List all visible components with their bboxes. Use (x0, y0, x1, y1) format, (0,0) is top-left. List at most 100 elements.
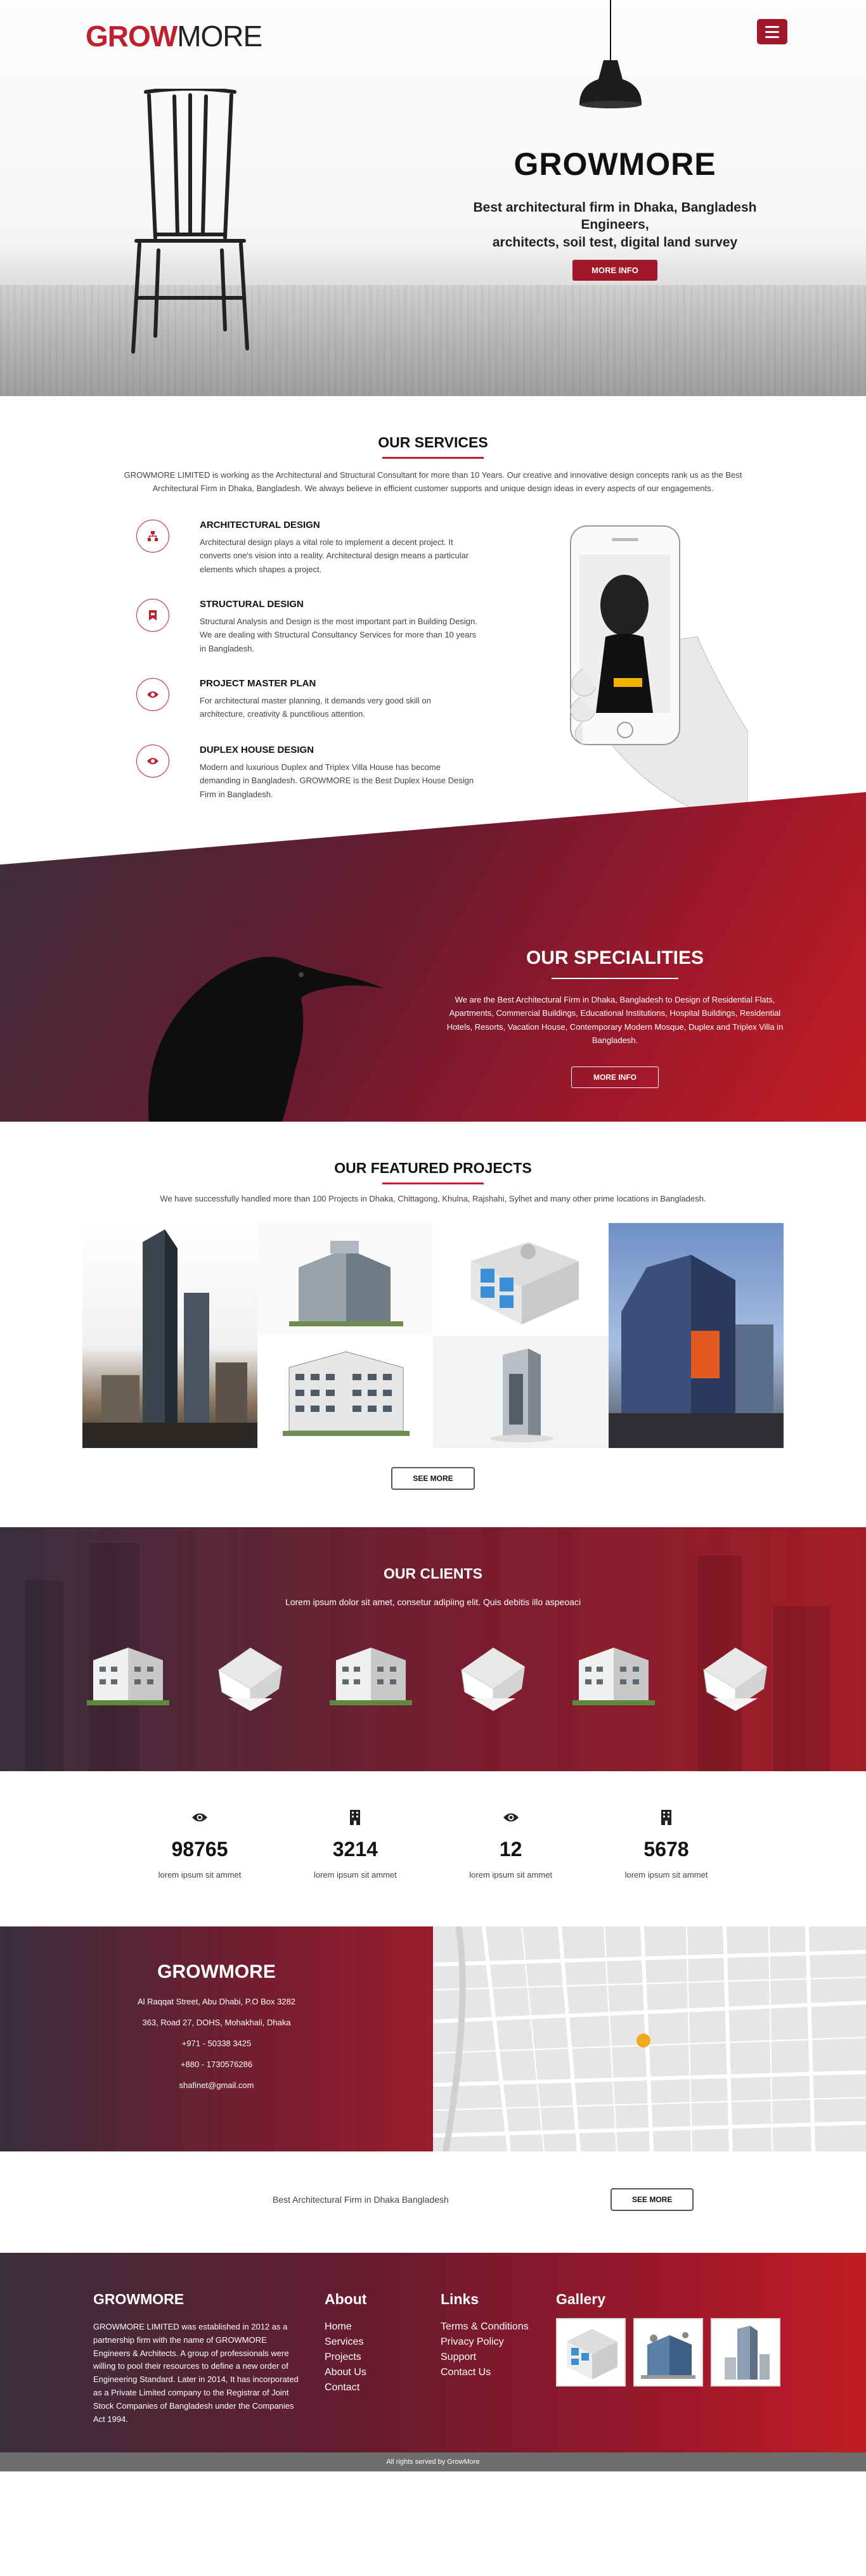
footer-about-links-column: About Home Services Projects About Us Co… (325, 2291, 366, 2395)
footer-link-support[interactable]: Support (441, 2350, 529, 2365)
stat-label: lorem ipsum sit ammet (624, 1870, 708, 1880)
service-title: DUPLEX HOUSE DESIGN (200, 745, 314, 755)
service-item[interactable]: PROJECT MASTER PLAN For architectural mas… (136, 678, 479, 721)
hero-section: GROWMORE GROWMORE Best architectural fir… (0, 0, 866, 396)
project-image[interactable] (82, 1223, 257, 1448)
client-logo-building[interactable] (81, 1632, 176, 1714)
contact-phone-2[interactable]: +880 - 1730576286 (0, 2060, 433, 2069)
footer-links-heading: Links (441, 2291, 479, 2307)
footer-gallery (556, 2318, 780, 2387)
service-item[interactable]: STRUCTURAL DESIGN Structural Analysis and… (136, 599, 479, 655)
service-item[interactable]: ARCHITECTURAL DESIGN Architectural design… (136, 520, 479, 576)
service-item[interactable]: DUPLEX HOUSE DESIGN Modern and luxurious … (136, 745, 479, 801)
specialities-heading: OUR SPECIALITIES (437, 947, 792, 979)
featured-projects-section: OUR FEATURED PROJECTS We have successful… (0, 1122, 866, 1527)
pendant-lamp-image (579, 60, 642, 108)
stats-section: 98765 lorem ipsum sit ammet 3214 lorem i… (0, 1771, 866, 1926)
footer-link-projects[interactable]: Projects (325, 2350, 366, 2365)
gallery-thumbnail[interactable] (633, 2318, 703, 2387)
client-logo-house[interactable] (446, 1632, 541, 1714)
footer-link-contact-us[interactable]: Contact Us (441, 2365, 529, 2380)
stat-label: lorem ipsum sit ammet (313, 1870, 397, 1880)
building-icon (661, 1810, 671, 1825)
footer-about-column: GROWMORE GROWMORE LIMITED was establishe… (93, 2291, 306, 2426)
service-description: For architectural master planning, it de… (200, 696, 431, 719)
service-description: Structural Analysis and Design is the mo… (200, 617, 477, 653)
client-logo-house[interactable] (688, 1632, 783, 1714)
footer-link-services[interactable]: Services (325, 2335, 366, 2350)
client-logo-house[interactable] (203, 1632, 298, 1714)
clients-heading: OUR CLIENTS (384, 1565, 482, 1582)
stat-item: 98765 lorem ipsum sit ammet (136, 1771, 263, 1926)
service-title: PROJECT MASTER PLAN (200, 678, 316, 689)
services-header: OUR SERVICES GROWMORE LIMITED is working… (0, 434, 866, 496)
footer-link-home[interactable]: Home (325, 2319, 366, 2335)
hero-subtitle: Best architectural firm in Dhaka, Bangla… (444, 199, 786, 251)
sitemap-icon (136, 520, 169, 553)
client-logo-building[interactable] (566, 1632, 661, 1714)
contact-address-2: 363, Road 27, DOHS, Mohakhali, Dhaka (142, 2018, 291, 2027)
footer-link-about-us[interactable]: About Us (325, 2365, 366, 2380)
location-map[interactable] (433, 1926, 866, 2151)
contact-info-panel: GROWMORE Al Raqqat Street, Abu Dhabi, P.… (0, 1926, 433, 2151)
gallery-thumbnail[interactable] (556, 2318, 626, 2387)
stat-label: lorem ipsum sit ammet (158, 1870, 242, 1880)
service-description: Architectural design plays a vital role … (200, 537, 469, 574)
hero-title: GROWMORE (514, 146, 716, 182)
footer-links-list: Terms & Conditions Privacy Policy Suppor… (441, 2319, 529, 2380)
hamburger-menu-button[interactable] (757, 19, 787, 44)
contact-email[interactable]: shafinet@gmail.com (0, 2080, 433, 2090)
contact-address-1: Al Raqqat Street, Abu Dhabi, P.O Box 328… (137, 1997, 296, 2006)
project-image[interactable] (257, 1336, 433, 1448)
bookmark-icon (136, 599, 169, 632)
lamp-cord (610, 0, 611, 60)
project-image[interactable] (609, 1223, 784, 1448)
hero-subtitle-line1: Best architectural firm in Dhaka, Bangla… (473, 200, 757, 233)
hamburger-icon-bar (765, 30, 779, 33)
projects-heading: OUR FEATURED PROJECTS (0, 1160, 866, 1184)
projects-see-more-wrap: SEE MORE (0, 1467, 866, 1490)
logo-part-more: MORE (177, 20, 262, 53)
specialities-text-block: OUR SPECIALITIES We are the Best Archite… (437, 947, 792, 1088)
stat-item: 12 lorem ipsum sit ammet (448, 1771, 574, 1926)
phone-in-hand-image (570, 525, 748, 821)
project-image[interactable] (257, 1223, 433, 1336)
eye-icon (503, 1813, 519, 1822)
footer-link-contact[interactable]: Contact (325, 2380, 366, 2395)
projects-see-more-button[interactable]: SEE MORE (391, 1467, 475, 1490)
service-description: Modern and luxurious Duplex and Triplex … (200, 762, 474, 799)
footer-link-terms[interactable]: Terms & Conditions (441, 2319, 529, 2335)
footer-about-heading: About (325, 2291, 367, 2307)
project-image[interactable] (433, 1223, 609, 1336)
specialities-more-info-button[interactable]: MORE INFO (571, 1066, 659, 1088)
specialities-section: OUR SPECIALITIES We are the Best Archite… (0, 792, 866, 1122)
projects-intro: We have successfully handled more than 1… (160, 1194, 706, 1203)
eye-icon (136, 745, 169, 778)
hero-text-block: GROWMORE Best architectural firm in Dhak… (444, 146, 786, 281)
contact-title: GROWMORE (157, 1961, 276, 1982)
footer-about-links: Home Services Projects About Us Contact (325, 2319, 366, 2395)
projects-grid (82, 1223, 784, 1448)
client-logo-building[interactable] (323, 1632, 418, 1714)
site-logo[interactable]: GROWMORE (86, 19, 262, 53)
cta-see-more-button[interactable]: SEE MORE (611, 2188, 694, 2211)
copyright-bar: All rights served by GrowMore (0, 2452, 866, 2471)
services-intro-line2: Architectural Firm in Dhaka, Bangladesh.… (152, 483, 714, 493)
gallery-thumbnail[interactable] (711, 2318, 780, 2387)
contact-phone-1[interactable]: +971 - 50338 3425 (0, 2039, 433, 2048)
cta-section: Best Architectural Firm in Dhaka Banglad… (0, 2151, 866, 2253)
site-footer: GROWMORE GROWMORE LIMITED was establishe… (0, 2253, 866, 2471)
services-heading: OUR SERVICES (0, 434, 866, 459)
skyline-building (25, 1581, 63, 1771)
footer-gallery-column: Gallery (556, 2291, 780, 2387)
footer-brand-heading: GROWMORE (93, 2291, 184, 2307)
footer-about-text: GROWMORE LIMITED was established in 2012… (93, 2322, 299, 2424)
stat-value: 5678 (643, 1838, 689, 1861)
service-title: STRUCTURAL DESIGN (200, 599, 304, 610)
project-image[interactable] (433, 1336, 609, 1448)
building-icon (350, 1810, 361, 1825)
footer-link-privacy[interactable]: Privacy Policy (441, 2335, 529, 2350)
hero-more-info-button[interactable]: MORE INFO (572, 259, 657, 281)
stat-item: 5678 lorem ipsum sit ammet (603, 1771, 730, 1926)
stat-value: 98765 (171, 1838, 228, 1861)
